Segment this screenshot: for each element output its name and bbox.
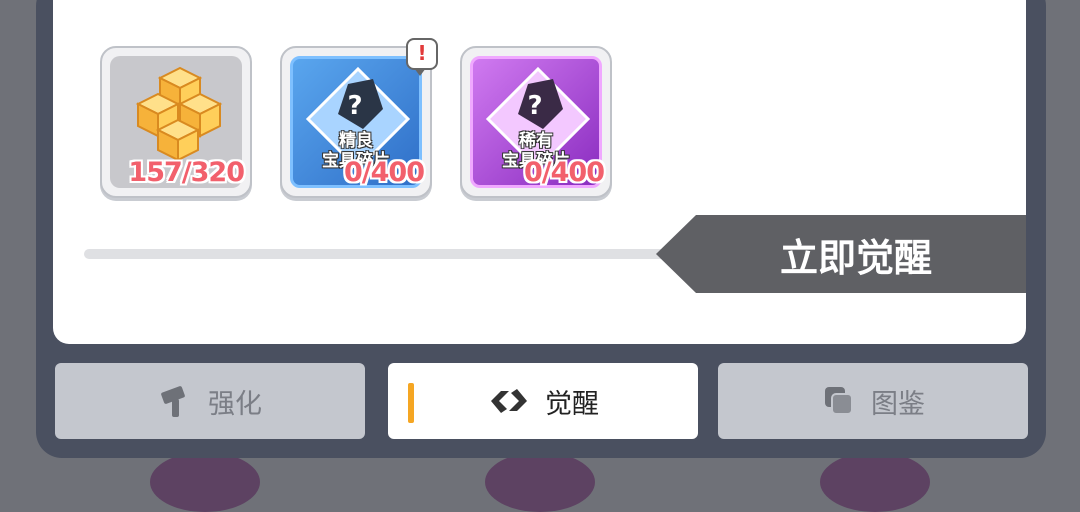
awaken-now-button[interactable]: 立即觉醒 <box>656 215 1026 293</box>
awaken-progress-bar <box>84 249 684 259</box>
hammer-icon <box>161 386 185 417</box>
material-slot[interactable]: 157/320 <box>100 46 252 198</box>
fragment-count: 0/400 <box>343 157 425 188</box>
tab-label: 强化 <box>208 388 262 420</box>
cards-icon <box>825 387 853 415</box>
tab-enhance[interactable]: 强化 <box>55 363 365 439</box>
chain-link-icon <box>491 389 527 413</box>
svg-text:?: ? <box>347 91 362 121</box>
background-decoration <box>820 452 930 512</box>
tab-label: 觉醒 <box>545 388 599 420</box>
rare-treasure-fragment-slot[interactable]: ? 稀有 宝具碎片 0/400 <box>460 46 612 198</box>
background-decoration <box>485 452 595 512</box>
tab-collection[interactable]: 图鉴 <box>718 363 1028 439</box>
svg-text:?: ? <box>527 91 542 121</box>
alert-badge: ! <box>406 38 438 76</box>
tab-label: 图鉴 <box>871 388 925 420</box>
material-count: 157/320 <box>128 157 245 188</box>
tab-awaken[interactable]: 觉醒 <box>388 363 698 439</box>
fragment-count: 0/400 <box>523 157 605 188</box>
active-tab-indicator <box>408 383 414 423</box>
background-decoration <box>150 452 260 512</box>
